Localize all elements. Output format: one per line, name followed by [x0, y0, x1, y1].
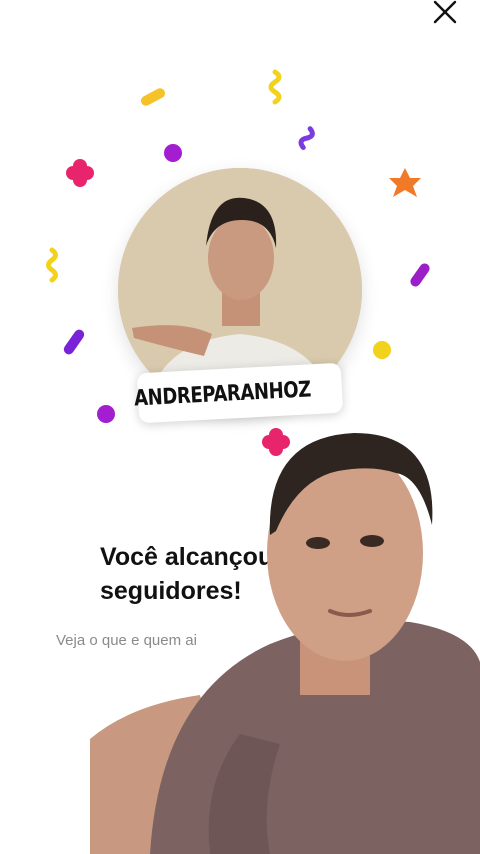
confetti-piece: [140, 88, 166, 106]
confetti-piece: [164, 144, 182, 162]
confetti-piece: [46, 247, 58, 283]
confetti-piece: [410, 263, 430, 287]
video-overlay-person: [90, 433, 480, 854]
profile-handle-tag: ANDREPARANHOZ: [133, 362, 344, 424]
confetti-piece: [298, 126, 315, 151]
milestone-screen: ANDREPARANHOZ Você alcançou seguidores! …: [0, 0, 480, 854]
confetti-piece: [63, 329, 85, 355]
confetti-piece: [97, 405, 115, 423]
confetti-piece: [268, 69, 282, 105]
profile-handle: ANDREPARANHOZ: [133, 376, 312, 412]
confetti-piece: [389, 168, 421, 197]
confetti-piece: [373, 341, 391, 359]
confetti-piece: [66, 159, 94, 187]
